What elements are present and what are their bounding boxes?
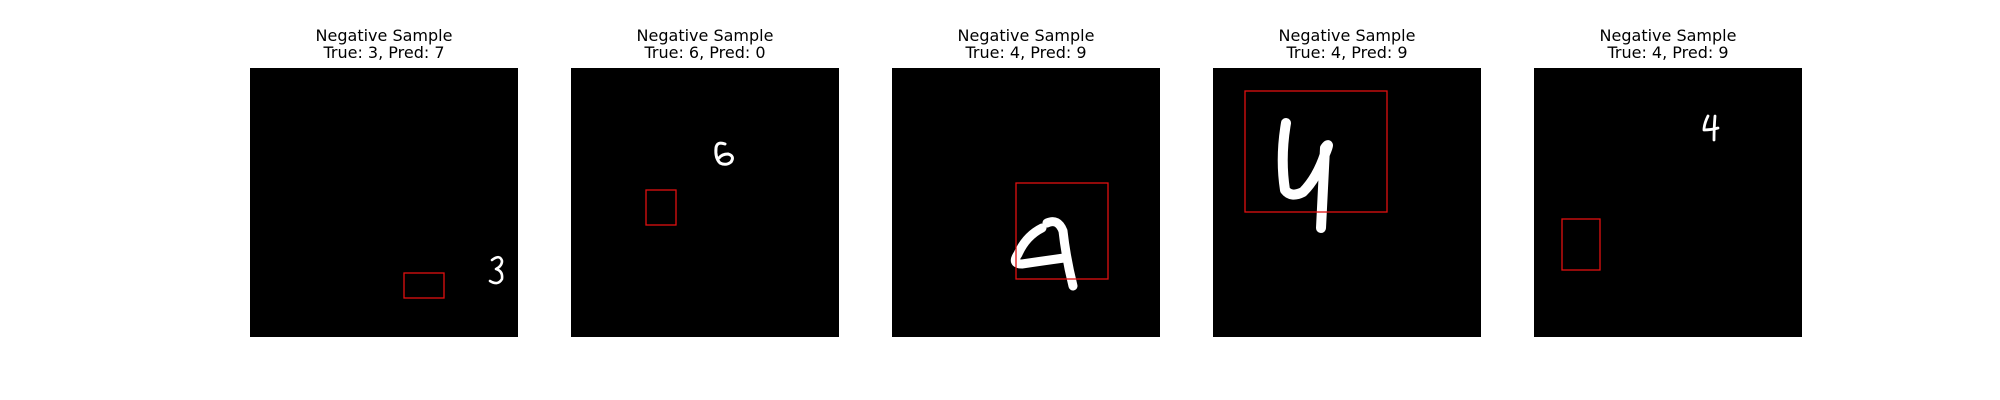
panel-caption: True: 3, Pred: 7: [323, 43, 445, 62]
digit-image: [250, 68, 518, 337]
sample-panel-3: Negative Sample True: 4, Pred: 9: [892, 0, 1160, 400]
panel-heading: Negative Sample: [1599, 26, 1737, 45]
digit-image: [892, 68, 1160, 337]
panel-title: Negative Sample True: 4, Pred: 9: [1193, 27, 1501, 61]
panel-heading: Negative Sample: [315, 26, 453, 45]
digit-image: [571, 68, 839, 337]
panel-heading: Negative Sample: [636, 26, 774, 45]
panel-caption: True: 6, Pred: 0: [644, 43, 766, 62]
panel-title: Negative Sample True: 6, Pred: 0: [551, 27, 859, 61]
panel-title: Negative Sample True: 4, Pred: 9: [1514, 27, 1822, 61]
digit-image: [1534, 68, 1802, 337]
image-background: [250, 68, 518, 337]
panel-title: Negative Sample True: 3, Pred: 7: [230, 27, 538, 61]
digit-image: [1213, 68, 1481, 337]
image-background: [1213, 68, 1481, 337]
panel-heading: Negative Sample: [1278, 26, 1416, 45]
image-background: [1534, 68, 1802, 337]
panel-caption: True: 4, Pred: 9: [1286, 43, 1408, 62]
panel-caption: True: 4, Pred: 9: [1607, 43, 1729, 62]
sample-panel-4: Negative Sample True: 4, Pred: 9: [1213, 0, 1481, 400]
sample-panel-5: Negative Sample True: 4, Pred: 9: [1534, 0, 1802, 400]
panel-heading: Negative Sample: [957, 26, 1095, 45]
panel-title: Negative Sample True: 4, Pred: 9: [872, 27, 1180, 61]
panel-caption: True: 4, Pred: 9: [965, 43, 1087, 62]
image-background: [892, 68, 1160, 337]
sample-panel-2: Negative Sample True: 6, Pred: 0: [571, 0, 839, 400]
sample-panel-1: Negative Sample True: 3, Pred: 7: [250, 0, 518, 400]
image-background: [571, 68, 839, 337]
